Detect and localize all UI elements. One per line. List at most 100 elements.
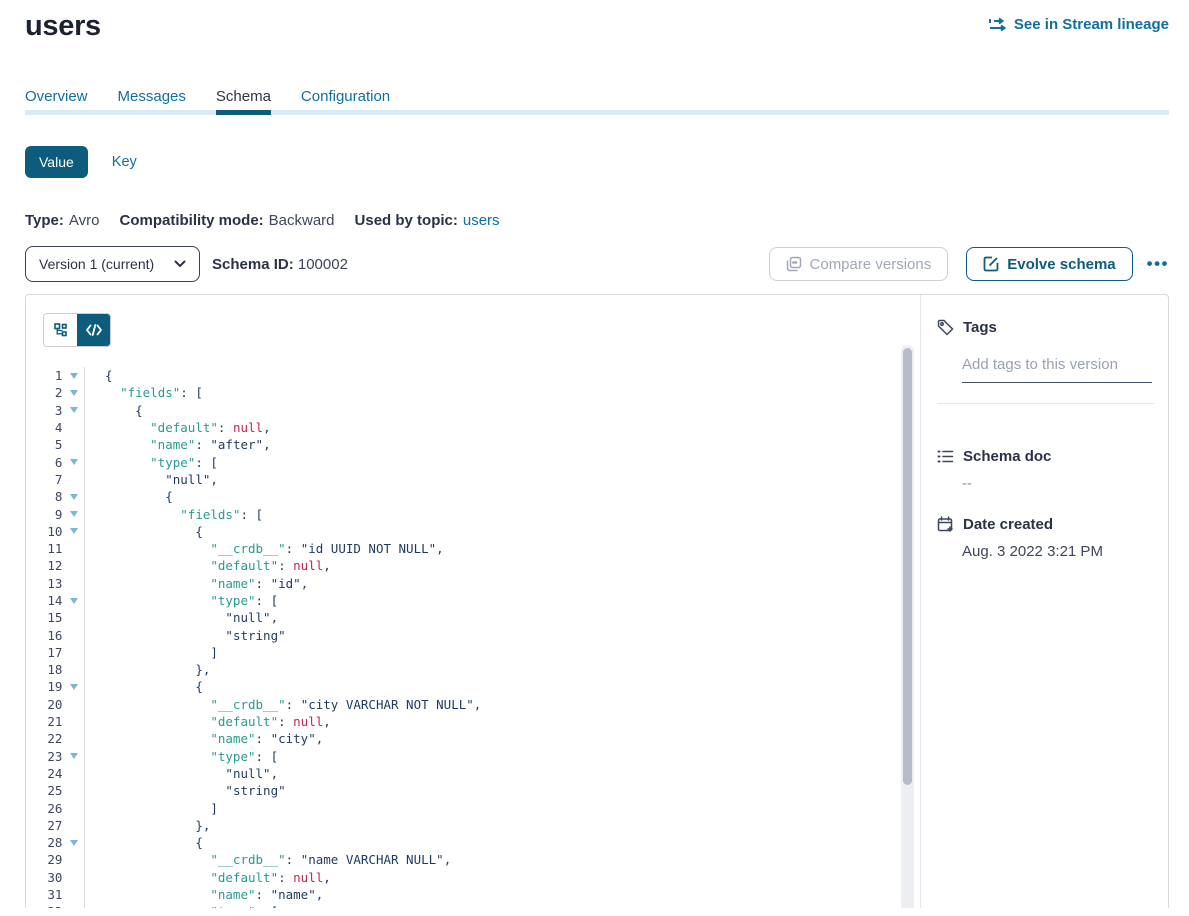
code-gutter: 15 (26, 609, 85, 626)
code-line: 19 { (26, 678, 920, 695)
code-gutter: 3 (26, 402, 85, 419)
code-text: "default": null, (85, 558, 331, 573)
code-text: "null", (85, 766, 278, 781)
collapse-arrow-icon[interactable] (70, 598, 78, 604)
code-line: 26 ] (26, 799, 920, 816)
code-gutter: 2 (26, 384, 85, 401)
type-value: Avro (69, 212, 100, 229)
code-line: 17 ] (26, 644, 920, 661)
line-number: 21 (26, 714, 62, 729)
line-number: 6 (26, 455, 62, 470)
line-number: 23 (26, 749, 62, 764)
compare-versions-button[interactable]: Compare versions (769, 247, 949, 281)
line-number: 31 (26, 887, 62, 902)
stream-lineage-link[interactable]: See in Stream lineage (989, 16, 1169, 33)
line-number: 13 (26, 576, 62, 591)
tree-view-button[interactable] (44, 314, 77, 346)
code-line: 24 "null", (26, 765, 920, 782)
code-gutter: 31 (26, 886, 85, 903)
code-text: "__crdb__": "id UUID NOT NULL", (85, 541, 444, 556)
code-line: 6 "type": [ (26, 453, 920, 470)
collapse-arrow-icon[interactable] (70, 684, 78, 690)
line-number: 10 (26, 524, 62, 539)
code-gutter: 4 (26, 419, 85, 436)
code-text: ] (85, 645, 218, 660)
code-line: 4 "default": null, (26, 419, 920, 436)
collapse-arrow-icon[interactable] (70, 373, 78, 379)
page-title: users (25, 8, 101, 44)
tree-view-icon (53, 322, 69, 338)
code-line: 5 "name": "after", (26, 436, 920, 453)
collapse-arrow-icon[interactable] (70, 390, 78, 396)
line-number: 19 (26, 679, 62, 694)
code-text: "name": "name", (85, 887, 323, 902)
page-header: users See in Stream lineage (25, 0, 1169, 44)
line-number: 2 (26, 385, 62, 400)
stream-lineage-icon (989, 17, 1007, 32)
tab-configuration[interactable]: Configuration (301, 88, 390, 115)
more-options-button[interactable]: ••• (1147, 247, 1169, 281)
compatibility-value: Backward (269, 212, 335, 229)
line-number: 29 (26, 852, 62, 867)
line-number: 32 (26, 904, 62, 908)
code-gutter: 10 (26, 523, 85, 540)
collapse-arrow-icon[interactable] (70, 753, 78, 759)
add-tags-input[interactable] (962, 356, 1152, 383)
code-view-icon (86, 324, 102, 336)
code-text: { (85, 524, 203, 539)
code-line: 16 "string" (26, 626, 920, 643)
used-by-topic-link[interactable]: users (463, 212, 500, 229)
code-gutter: 13 (26, 575, 85, 592)
code-line: 18 }, (26, 661, 920, 678)
code-text: }, (85, 818, 210, 833)
value-key-toggle: Value Key (25, 146, 1169, 178)
code-scrollbar-thumb[interactable] (903, 348, 912, 785)
code-line: 14 "type": [ (26, 592, 920, 609)
collapse-arrow-icon[interactable] (70, 459, 78, 465)
code-line: 29 "__crdb__": "name VARCHAR NULL", (26, 851, 920, 868)
code-view-button[interactable] (77, 314, 110, 346)
code-line: 21 "default": null, (26, 713, 920, 730)
code-text: "default": null, (85, 870, 331, 885)
code-scrollbar-track[interactable] (901, 345, 914, 908)
collapse-arrow-icon[interactable] (70, 840, 78, 846)
line-number: 15 (26, 610, 62, 625)
tab-schema[interactable]: Schema (216, 88, 271, 115)
key-toggle-link[interactable]: Key (112, 154, 137, 170)
code-gutter: 6 (26, 453, 85, 470)
schema-id-label: Schema ID: (212, 256, 294, 273)
code-text: "fields": [ (85, 507, 263, 522)
line-number: 5 (26, 437, 62, 452)
code-text: "type": [ (85, 904, 278, 908)
code-text: { (85, 489, 173, 504)
tab-messages[interactable]: Messages (118, 88, 186, 115)
evolve-schema-button[interactable]: Evolve schema (966, 247, 1132, 281)
line-number: 12 (26, 558, 62, 573)
collapse-arrow-icon[interactable] (70, 511, 78, 517)
list-icon (937, 449, 954, 464)
code-gutter: 20 (26, 696, 85, 713)
version-dropdown[interactable]: Version 1 (current) (25, 246, 200, 282)
code-line: 28 { (26, 834, 920, 851)
code-text: "name": "city", (85, 731, 323, 746)
code-text: { (85, 679, 203, 694)
code-text: "fields": [ (85, 385, 203, 400)
schema-doc-section-header: Schema doc (937, 448, 1154, 465)
type-label: Type: (25, 212, 64, 229)
schema-meta-row: Type: Avro Compatibility mode: Backward … (25, 212, 1169, 229)
code-text: "type": [ (85, 593, 278, 608)
code-gutter: 11 (26, 540, 85, 557)
line-number: 18 (26, 662, 62, 677)
collapse-arrow-icon[interactable] (70, 494, 78, 500)
code-line: 1{ (26, 367, 920, 384)
schema-card: 1{2 "fields": [3 {4 "default": null,5 "n… (25, 294, 1169, 908)
tag-icon (937, 319, 954, 336)
collapse-arrow-icon[interactable] (70, 528, 78, 534)
value-toggle-button[interactable]: Value (25, 146, 88, 178)
line-number: 28 (26, 835, 62, 850)
tab-overview[interactable]: Overview (25, 88, 88, 115)
collapse-arrow-icon[interactable] (70, 407, 78, 413)
code-text: "null", (85, 472, 218, 487)
line-number: 4 (26, 420, 62, 435)
code-gutter: 30 (26, 869, 85, 886)
